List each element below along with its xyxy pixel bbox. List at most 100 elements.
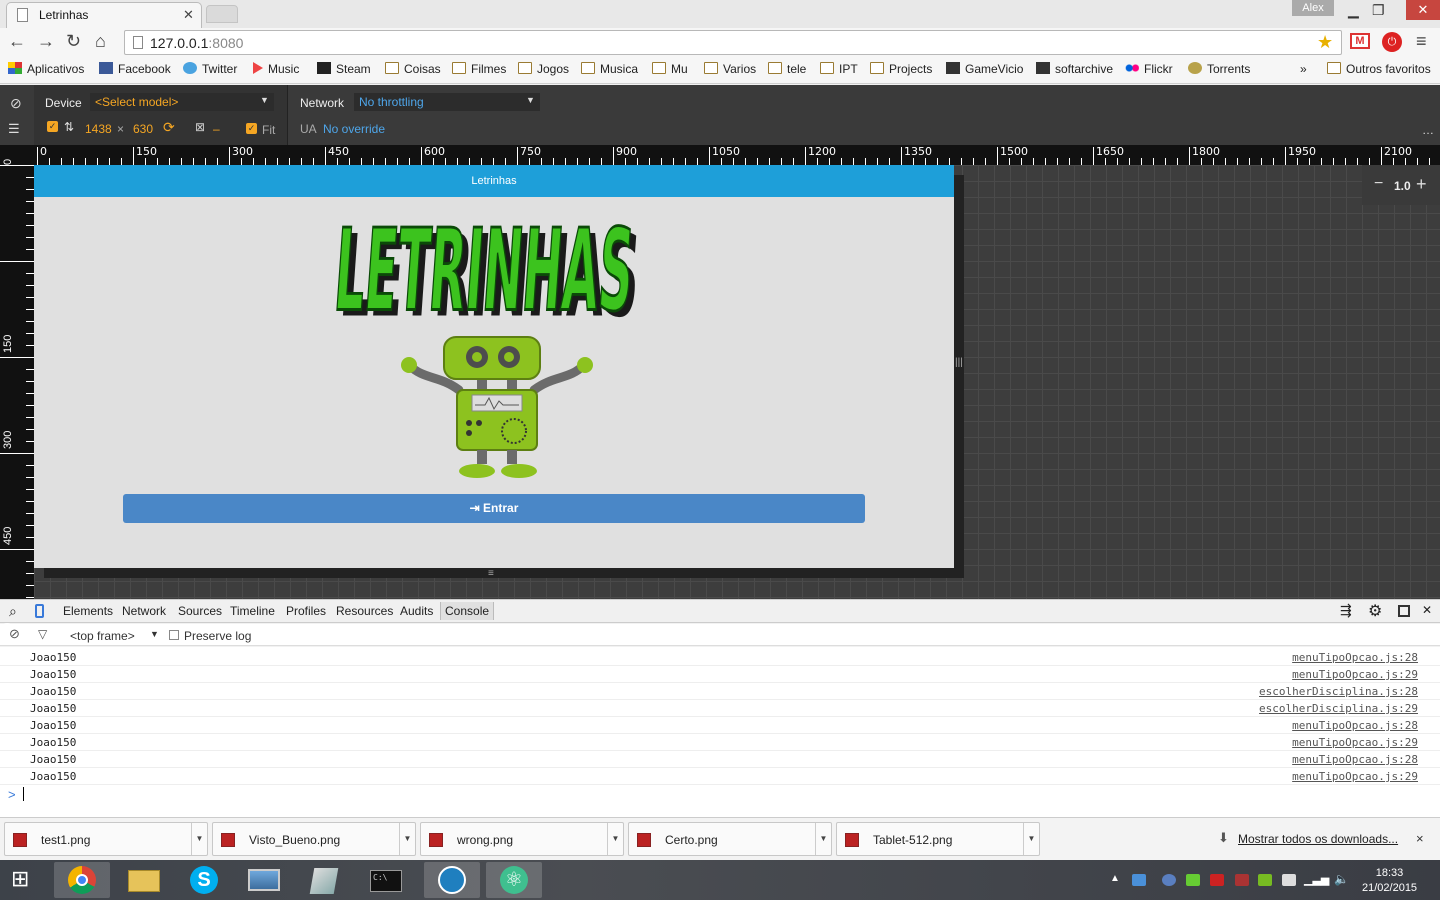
tray-power-icon[interactable] [1282, 874, 1296, 886]
taskbar-app[interactable] [424, 862, 480, 898]
inspect-search-icon[interactable]: ⌕ [9, 603, 17, 620]
bookmark-folder-tele[interactable]: tele [768, 62, 806, 76]
more-options-icon[interactable]: … [1422, 123, 1434, 137]
download-item[interactable]: wrong.png ▼ [420, 822, 624, 856]
download-menu-arrow[interactable]: ▼ [191, 823, 207, 855]
bookmark-folder-coisas[interactable]: Coisas [385, 62, 441, 76]
bookmark-apps[interactable]: Aplicativos [8, 62, 84, 76]
close-devtools-icon[interactable]: ✕ [1422, 603, 1432, 617]
device-model-select[interactable]: <Select model> ▼ [90, 93, 274, 111]
download-menu-arrow[interactable]: ▼ [607, 823, 623, 855]
enter-button[interactable]: ⇥ Entrar [123, 494, 865, 523]
taskbar-cmd[interactable]: C:\ [358, 862, 414, 898]
tab-console[interactable]: Console [440, 602, 495, 620]
bookmark-flickr[interactable]: Flickr [1125, 62, 1173, 76]
show-drawer-icon[interactable]: ⇶ [1340, 602, 1352, 619]
height-input[interactable]: 630 [133, 122, 153, 136]
filter-icon[interactable]: ▽ [38, 627, 47, 641]
download-menu-arrow[interactable]: ▼ [815, 823, 831, 855]
settings-gear-icon[interactable]: ⚙ [1368, 601, 1382, 621]
log-source-link[interactable]: menuTipoOpcao.js:29 [1292, 736, 1418, 749]
show-all-downloads-link[interactable]: Mostrar todos os downloads... [1238, 832, 1398, 846]
bookmark-folder-ipt[interactable]: IPT [820, 62, 858, 76]
tab-elements[interactable]: Elements [63, 604, 113, 618]
log-source-link[interactable]: escolherDisciplina.js:29 [1259, 702, 1418, 715]
download-menu-arrow[interactable]: ▼ [1023, 823, 1039, 855]
tab-sources[interactable]: Sources [178, 604, 222, 618]
forward-icon[interactable]: → [37, 31, 55, 52]
bookmark-steam[interactable]: Steam [317, 62, 371, 76]
network-throttle-select[interactable]: No throttling ▼ [354, 93, 540, 111]
zoom-in-button[interactable]: + [1416, 174, 1427, 195]
resize-handle-bottom[interactable]: ≡ [488, 568, 494, 579]
download-item[interactable]: Certo.png ▼ [628, 822, 832, 856]
log-source-link[interactable]: menuTipoOpcao.js:28 [1292, 719, 1418, 732]
toggle-drawer-icon[interactable]: ☰ [8, 121, 20, 137]
bookmark-facebook[interactable]: Facebook [99, 62, 171, 76]
bookmark-star-icon[interactable]: ★ [1317, 32, 1333, 53]
close-downloads-bar-button[interactable]: × [1416, 831, 1424, 846]
tab-timeline[interactable]: Timeline [230, 604, 275, 618]
fit-checkbox[interactable]: ✓ [246, 123, 257, 134]
log-source-link[interactable]: menuTipoOpcao.js:28 [1292, 753, 1418, 766]
log-source-link[interactable]: menuTipoOpcao.js:29 [1292, 770, 1418, 783]
windows-start-icon[interactable]: ⊞ [11, 868, 29, 890]
log-source-link[interactable]: menuTipoOpcao.js:28 [1292, 651, 1418, 664]
bookmark-torrents[interactable]: Torrents [1188, 62, 1250, 76]
tab-profiles[interactable]: Profiles [286, 604, 326, 618]
address-bar[interactable]: 127.0.0.1:8080 ★ [124, 30, 1342, 55]
close-tab-icon[interactable]: ✕ [183, 7, 194, 23]
user-agent-value[interactable]: No override [323, 122, 385, 136]
extension-icon[interactable]: ⏻ [1382, 32, 1402, 52]
user-profile-button[interactable]: Alex [1292, 0, 1334, 16]
tab-resources[interactable]: Resources [336, 604, 393, 618]
download-item[interactable]: Tablet-512.png ▼ [836, 822, 1040, 856]
download-menu-arrow[interactable]: ▼ [399, 823, 415, 855]
new-tab-button[interactable] [206, 5, 238, 23]
taskbar-atom[interactable]: ⚛ [486, 862, 542, 898]
bookmark-folder-musica[interactable]: Musica [581, 62, 638, 76]
frame-select[interactable]: <top frame> [70, 629, 135, 643]
taskbar-explorer[interactable] [116, 862, 172, 898]
disable-emulation-icon[interactable]: ⊘ [10, 95, 22, 112]
width-input[interactable]: 1438 [85, 122, 112, 136]
pixel-ratio-value[interactable]: – [213, 122, 220, 136]
frame-dropdown-icon[interactable]: ▼ [150, 629, 159, 639]
bookmark-gamevicio[interactable]: GameVicio [946, 62, 1023, 76]
device-mode-icon[interactable] [35, 604, 44, 618]
window-close-button[interactable]: ✕ [1406, 0, 1440, 20]
taskbar-photos[interactable] [236, 862, 292, 898]
bookmark-softarchive[interactable]: softarchive [1036, 62, 1113, 76]
rotate-icon[interactable]: ⟳ [163, 119, 175, 136]
browser-tab[interactable]: Letrinhas ✕ [6, 2, 202, 28]
minimize-icon[interactable]: ▁ [1348, 2, 1359, 19]
console-input[interactable] [23, 787, 24, 801]
dock-side-icon[interactable] [1398, 605, 1410, 617]
tray-nvidia-icon[interactable] [1258, 874, 1272, 886]
reload-icon[interactable]: ↻ [66, 31, 81, 52]
zoom-out-button[interactable]: − [1374, 175, 1383, 193]
bookmark-other-favorites[interactable]: Outros favoritos [1327, 62, 1431, 76]
tab-network[interactable]: Network [122, 604, 166, 618]
tab-audits[interactable]: Audits [400, 604, 433, 618]
tray-signal-icon[interactable]: ▁▃▅ [1304, 873, 1329, 886]
bookmark-folder-varios[interactable]: Varios [704, 62, 756, 76]
tray-app-icon[interactable] [1235, 874, 1249, 886]
resolution-checkbox[interactable]: ✓ [47, 121, 58, 132]
page-info-icon[interactable] [133, 36, 143, 49]
taskbar-clock[interactable]: 18:33 21/02/2015 [1362, 866, 1417, 896]
bookmark-folder-filmes[interactable]: Filmes [452, 62, 506, 76]
tray-expand-icon[interactable]: ▲ [1110, 873, 1120, 884]
menu-icon[interactable]: ≡ [1416, 31, 1427, 52]
tray-network-icon[interactable] [1132, 874, 1146, 886]
clear-console-icon[interactable]: ⊘ [9, 626, 20, 642]
tray-utility-icon[interactable] [1186, 874, 1200, 886]
bookmark-music[interactable]: Music [253, 62, 299, 76]
taskbar-skype[interactable]: S [176, 862, 232, 898]
restore-icon[interactable]: ❐ [1372, 2, 1385, 19]
download-item[interactable]: Visto_Bueno.png ▼ [212, 822, 416, 856]
tray-steam-icon[interactable] [1162, 874, 1176, 886]
back-icon[interactable]: ← [8, 31, 26, 52]
home-icon[interactable]: ⌂ [95, 31, 106, 52]
bookmarks-overflow-chevron[interactable]: » [1300, 62, 1307, 76]
